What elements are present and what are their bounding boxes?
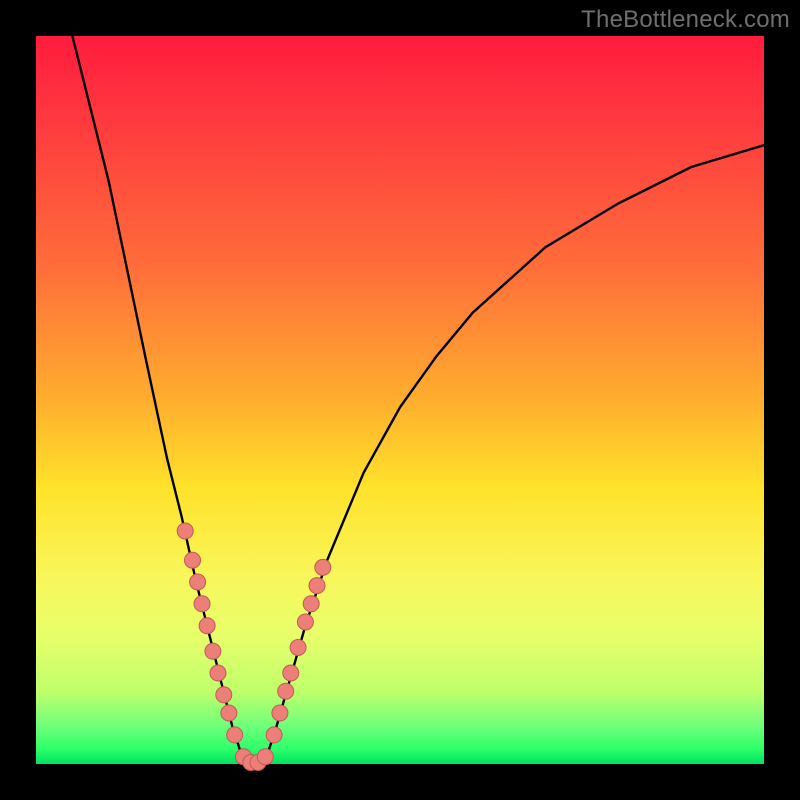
sample-dot <box>185 552 201 568</box>
sample-dot <box>283 665 299 681</box>
chart-svg <box>36 36 764 764</box>
sample-dots-left <box>177 523 243 743</box>
sample-dot <box>205 643 221 659</box>
sample-dot <box>315 559 331 575</box>
sample-dot <box>190 574 206 590</box>
sample-dot <box>227 727 243 743</box>
sample-dot <box>297 614 313 630</box>
sample-dot <box>257 749 273 765</box>
sample-dot <box>290 640 306 656</box>
sample-dot <box>272 705 288 721</box>
sample-dot <box>303 596 319 612</box>
sample-dot <box>216 687 232 703</box>
sample-dot <box>278 683 294 699</box>
sample-dots-right <box>266 559 331 743</box>
sample-dot <box>194 596 210 612</box>
chart-frame: TheBottleneck.com <box>0 0 800 800</box>
sample-dot <box>177 523 193 539</box>
sample-dot <box>221 705 237 721</box>
sample-dots-trough <box>236 749 274 771</box>
plot-area <box>36 36 764 764</box>
bottleneck-curve <box>72 36 764 764</box>
sample-dot <box>199 618 215 634</box>
sample-dot <box>210 665 226 681</box>
sample-dot <box>266 727 282 743</box>
sample-dot <box>309 578 325 594</box>
watermark-text: TheBottleneck.com <box>581 6 790 34</box>
